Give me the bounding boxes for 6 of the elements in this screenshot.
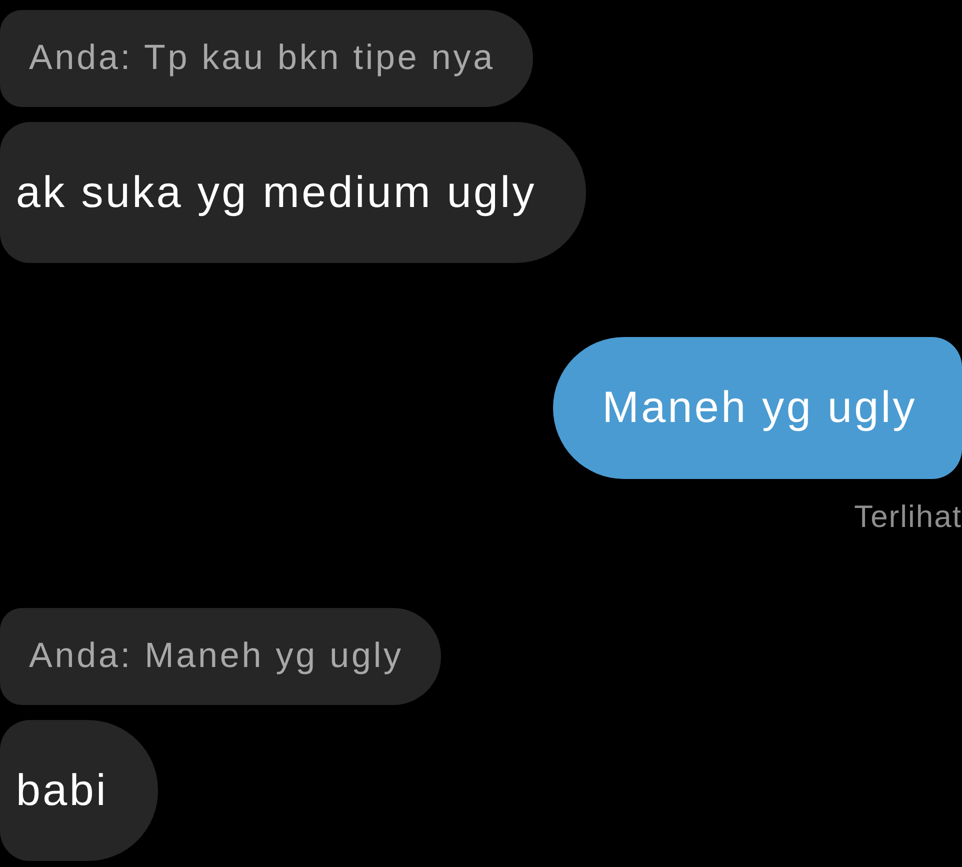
seen-status: Terlihat xyxy=(854,499,962,535)
message-bubble: ak suka yg medium ugly xyxy=(0,122,586,263)
reply-quote: Anda: Maneh yg ugly xyxy=(0,608,442,705)
message-bubble: Maneh yg ugly xyxy=(553,337,962,479)
message-bubble: babi xyxy=(0,720,158,861)
reply-quote: Anda: Tp kau bkn tipe nya xyxy=(0,10,534,107)
